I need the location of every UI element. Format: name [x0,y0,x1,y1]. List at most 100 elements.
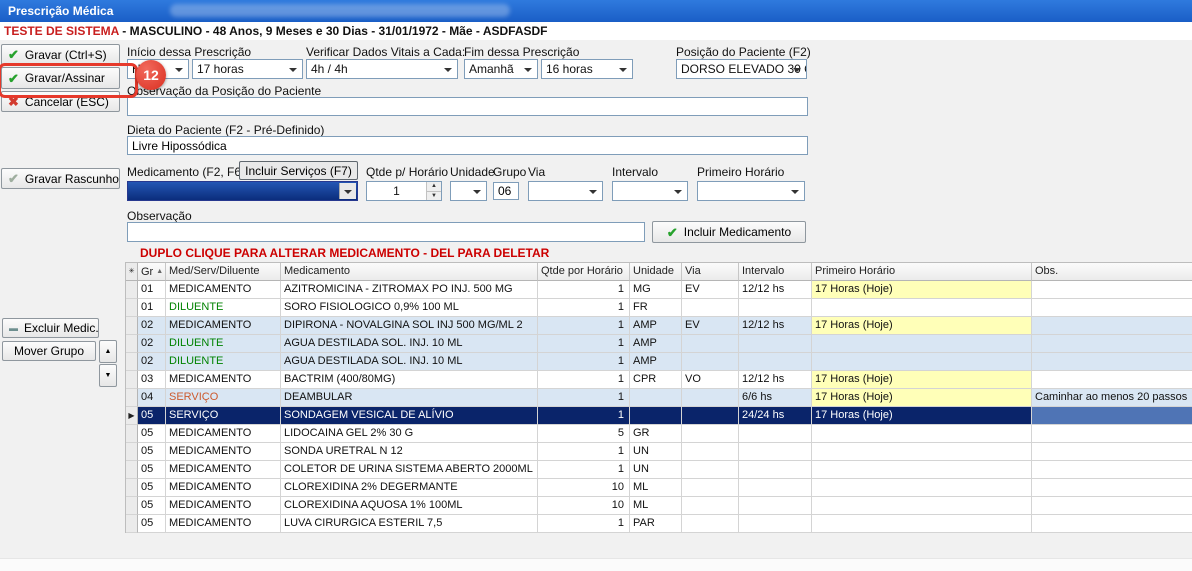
unit-combo[interactable] [450,181,487,201]
cell-intervalo[interactable] [739,515,812,533]
cell-med[interactable]: SORO FISIOLOGICO 0,9% 100 ML [281,299,538,317]
cell-qtde[interactable]: 1 [538,353,630,371]
cell-qtde[interactable]: 1 [538,389,630,407]
cell-med[interactable]: BACTRIM (400/80MG) [281,371,538,389]
cell-ind[interactable] [126,461,138,479]
patient-position-combo[interactable]: DORSO ELEVADO 30 G [676,59,807,79]
cell-via[interactable] [682,389,739,407]
table-row[interactable]: 01MEDICAMENTOAZITROMICINA - ZITROMAX PO … [126,281,1192,299]
cell-tipo[interactable]: SERVIÇO [166,407,281,425]
cell-un[interactable]: CPR [630,371,682,389]
cell-tipo[interactable]: MEDICAMENTO [166,515,281,533]
cell-ph[interactable]: 17 Horas (Hoje) [812,407,1032,425]
column-header-gr[interactable]: Gr▲ [138,263,166,281]
cell-un[interactable]: GR [630,425,682,443]
table-row[interactable]: 03MEDICAMENTOBACTRIM (400/80MG)1CPRVO12/… [126,371,1192,389]
cell-med[interactable]: SONDAGEM VESICAL DE ALÍVIO [281,407,538,425]
cell-ph[interactable]: 17 Horas (Hoje) [812,371,1032,389]
cell-gr[interactable]: 02 [138,353,166,371]
cell-med[interactable]: CLOREXIDINA 2% DEGERMANTE [281,479,538,497]
cell-un[interactable]: FR [630,299,682,317]
cell-un[interactable] [630,389,682,407]
cell-qtde[interactable]: 1 [538,515,630,533]
cell-tipo[interactable]: MEDICAMENTO [166,425,281,443]
cell-obs[interactable] [1032,317,1192,335]
table-row[interactable]: 02DILUENTEAGUA DESTILADA SOL. INJ. 10 ML… [126,335,1192,353]
table-row[interactable]: 02DILUENTEAGUA DESTILADA SOL. INJ. 10 ML… [126,353,1192,371]
cell-un[interactable]: ML [630,479,682,497]
cell-qtde[interactable]: 1 [538,371,630,389]
cell-via[interactable] [682,497,739,515]
table-row[interactable]: 05MEDICAMENTOLIDOCAINA GEL 2% 30 G5GR [126,425,1192,443]
cell-ind[interactable] [126,281,138,299]
cell-via[interactable]: EV [682,317,739,335]
cell-un[interactable]: UN [630,461,682,479]
cell-gr[interactable]: 05 [138,515,166,533]
cell-med[interactable]: LIDOCAINA GEL 2% 30 G [281,425,538,443]
cell-ph[interactable]: 17 Horas (Hoje) [812,317,1032,335]
cell-via[interactable]: VO [682,371,739,389]
end-day-combo[interactable]: Amanhã [464,59,538,79]
cell-qtde[interactable]: 1 [538,317,630,335]
cell-gr[interactable]: 05 [138,425,166,443]
cell-intervalo[interactable]: 12/12 hs [739,317,812,335]
cell-intervalo[interactable]: 24/24 hs [739,407,812,425]
table-row[interactable]: 05MEDICAMENTOCLOREXIDINA 2% DEGERMANTE10… [126,479,1192,497]
qty-spinner[interactable]: 1 ▲ ▼ [366,181,442,201]
cell-gr[interactable]: 05 [138,479,166,497]
cell-gr[interactable]: 02 [138,317,166,335]
table-row[interactable]: 02MEDICAMENTODIPIRONA - NOVALGINA SOL IN… [126,317,1192,335]
cell-ind[interactable] [126,479,138,497]
cell-intervalo[interactable] [739,461,812,479]
cell-ph[interactable] [812,425,1032,443]
column-header-via[interactable]: Via [682,263,739,281]
cell-un[interactable] [630,407,682,425]
cell-intervalo[interactable] [739,479,812,497]
position-observation-input[interactable] [127,97,808,116]
table-row[interactable]: ▶05SERVIÇOSONDAGEM VESICAL DE ALÍVIO124/… [126,407,1192,425]
cell-med[interactable]: AGUA DESTILADA SOL. INJ. 10 ML [281,353,538,371]
cell-ph[interactable] [812,299,1032,317]
cell-via[interactable] [682,299,739,317]
cell-med[interactable]: DIPIRONA - NOVALGINA SOL INJ 500 MG/ML 2 [281,317,538,335]
cell-qtde[interactable]: 1 [538,281,630,299]
column-header-qtde[interactable]: Qtde por Horário [538,263,630,281]
save-button[interactable]: ✔ Gravar (Ctrl+S) [1,44,120,65]
cell-intervalo[interactable] [739,497,812,515]
cell-obs[interactable] [1032,479,1192,497]
medication-combo[interactable] [127,181,358,201]
move-group-button[interactable]: Mover Grupo [2,341,96,361]
cell-tipo[interactable]: DILUENTE [166,299,281,317]
cell-tipo[interactable]: DILUENTE [166,353,281,371]
first-time-combo[interactable] [697,181,805,201]
cell-ph[interactable] [812,443,1032,461]
cell-ind[interactable] [126,497,138,515]
cell-qtde[interactable]: 1 [538,299,630,317]
cell-gr[interactable]: 04 [138,389,166,407]
cell-un[interactable]: AMP [630,335,682,353]
delete-medication-button[interactable]: ▬ Excluir Medic. [2,318,99,338]
cell-intervalo[interactable] [739,353,812,371]
cell-obs[interactable] [1032,497,1192,515]
cell-un[interactable]: AMP [630,317,682,335]
cell-ph[interactable] [812,497,1032,515]
cell-intervalo[interactable] [739,299,812,317]
cell-ind[interactable] [126,335,138,353]
include-medication-button[interactable]: ✔ Incluir Medicamento [652,221,806,243]
cell-gr[interactable]: 05 [138,443,166,461]
table-row[interactable]: 05MEDICAMENTOCOLETOR DE URINA SISTEMA AB… [126,461,1192,479]
cell-obs[interactable] [1032,407,1192,425]
cell-tipo[interactable]: MEDICAMENTO [166,281,281,299]
cell-gr[interactable]: 02 [138,335,166,353]
cell-ph[interactable] [812,461,1032,479]
cell-via[interactable] [682,443,739,461]
cell-ind[interactable] [126,353,138,371]
column-header-med[interactable]: Medicamento [281,263,538,281]
cell-gr[interactable]: 01 [138,281,166,299]
cell-obs[interactable] [1032,353,1192,371]
table-row[interactable]: 04SERVIÇODEAMBULAR16/6 hs17 Horas (Hoje)… [126,389,1192,407]
group-input[interactable] [493,182,519,200]
observation-input[interactable] [127,222,645,242]
cell-med[interactable]: LUVA CIRURGICA ESTERIL 7,5 [281,515,538,533]
cell-qtde[interactable]: 1 [538,461,630,479]
